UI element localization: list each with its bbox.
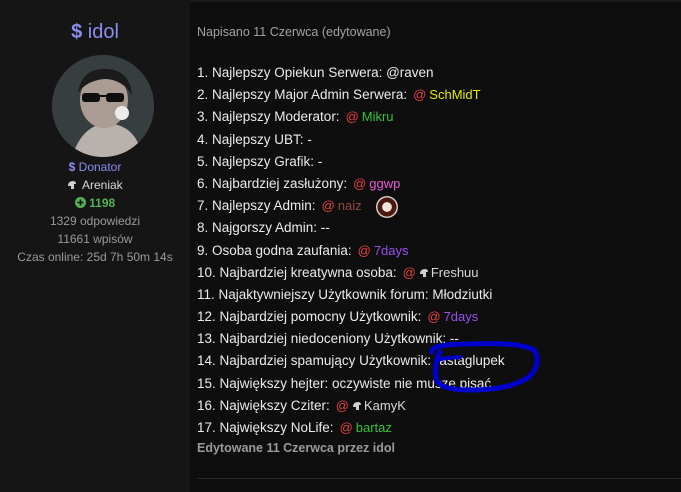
rank-donator: $ Donator [0, 158, 190, 176]
mention-name[interactable]: SchMidT [429, 87, 480, 102]
edited-note: Edytowane 11 Czerwca przez idol [197, 441, 395, 455]
user-mention[interactable]: @ KamyK [336, 398, 406, 413]
award-line: 12. Najbardziej pomocny Użytkownik: @7day… [197, 306, 505, 328]
award-text: 2. Najlepszy Major Admin Serwera: [197, 87, 408, 103]
award-line: 8. Najgorszy Admin: -- [197, 217, 505, 239]
mention-name[interactable]: naiz [338, 198, 362, 213]
award-text: 10. Najbardziej kreatywna osoba: [197, 264, 397, 280]
points-value: 1198 [89, 196, 116, 210]
award-line: 17. Największy NoLife: @ bartaz [197, 417, 505, 439]
award-text: 6. Najbardziej zasłużony: [197, 175, 348, 191]
award-line: 16. Największy Cziter: @ KamyK [197, 395, 505, 417]
avatar[interactable] [52, 55, 154, 157]
user-title: Areniak [0, 176, 190, 194]
user-mention[interactable]: @ ggwp [353, 176, 400, 191]
helmet-icon [419, 265, 431, 280]
at-sign: @ [413, 87, 427, 103]
award-line: 2. Najlepszy Major Admin Serwera: @ SchMid… [197, 84, 505, 106]
award-text: 8. Najgorszy Admin: -- [197, 220, 330, 236]
mention-name[interactable]: ggwp [369, 176, 400, 191]
post-divider [197, 478, 681, 479]
award-line: 9. Osoba godna zaufania: @7days [197, 240, 505, 262]
mention-name[interactable]: bartaz [356, 420, 392, 435]
award-text: 1. Najlepszy Opiekun Serwera: @raven [197, 65, 434, 80]
small-avatar[interactable] [375, 195, 398, 218]
award-line: 5. Najlepszy Grafik: - [197, 151, 505, 173]
mention-name[interactable]: KamyK [364, 398, 406, 413]
mention-name[interactable]: Mikru [362, 109, 394, 124]
user-mention[interactable]: @7days [358, 243, 409, 258]
award-text: 14. Najbardziej spamujący Użytkownik: ra… [197, 353, 505, 369]
user-mention[interactable]: @7days [427, 309, 478, 324]
at-sign: @ [339, 420, 353, 435]
award-text: 5. Najlepszy Grafik: - [197, 153, 323, 169]
award-line: 1. Najlepszy Opiekun Serwera: @raven [197, 62, 505, 84]
award-text: 11. Najaktywniejszy Użytkownik forum: Mł… [197, 286, 493, 302]
at-sign: @ [357, 242, 371, 258]
user-mention[interactable]: @ SchMidT [413, 87, 481, 102]
award-line: 14. Najbardziej spamujący Użytkownik: ra… [197, 350, 505, 372]
award-text: 13. Najbardziej niedoceniony Użytkownik:… [197, 331, 459, 347]
award-text: 4. Najlepszy UBT: - [197, 131, 312, 147]
helmet-icon [352, 398, 364, 413]
user-mention[interactable]: @ Freshuu [403, 265, 479, 280]
plus-circle-icon [74, 196, 89, 210]
username-label[interactable]: idol [88, 21, 119, 43]
mention-name[interactable]: 7days [374, 243, 409, 258]
award-line: 10. Najbardziej kreatywna osoba: @ Freshuu [197, 262, 505, 284]
avatar-image [52, 55, 154, 157]
replies-count: 1329 odpowiedzi [49, 214, 141, 228]
helmet-icon [67, 178, 82, 192]
award-line: 11. Najaktywniejszy Użytkownik forum: Mł… [197, 284, 505, 306]
award-line: 13. Najbardziej niedoceniony Użytkownik:… [197, 328, 505, 350]
award-text: 3. Najlepszy Moderator: [197, 109, 340, 125]
mention-name[interactable]: 7days [444, 309, 479, 324]
award-line: 7. Najlepszy Admin: @ naiz [197, 195, 505, 218]
user-mention[interactable]: @ naiz [322, 198, 362, 213]
user-mention[interactable]: @ Mikru [346, 109, 394, 124]
award-line: 15. Największy hejter: oczywiste nie mus… [197, 373, 505, 395]
award-line: 3. Najlepszy Moderator: @ Mikru [197, 106, 505, 128]
posts-count: 11661 wpisów [57, 232, 133, 246]
author-sidebar: $ idol $ Donator Areniak 1198 1329 odpow… [0, 0, 190, 492]
award-text: 7. Najlepszy Admin: [197, 198, 316, 214]
award-list: 1. Najlepszy Opiekun Serwera: @raven 2. N… [197, 62, 505, 439]
at-sign: @ [427, 309, 441, 325]
mention-name[interactable]: Freshuu [431, 265, 479, 280]
user-mention[interactable]: @ bartaz [340, 420, 392, 435]
post-content: Napisano 11 Czerwca (edytowane) 1. Najle… [197, 0, 681, 492]
award-text: 9. Osoba godna zaufania: [197, 242, 352, 258]
at-sign: @ [345, 109, 359, 125]
dollar-icon: $ [71, 21, 83, 43]
award-text: 15. Największy hejter: oczywiste nie mus… [197, 375, 492, 391]
award-text: 12. Najbardziej pomocny Użytkownik: [197, 309, 422, 325]
award-line: 4. Najlepszy UBT: - [197, 129, 505, 151]
award-text: 16. Największy Cziter: [197, 397, 330, 413]
author-username[interactable]: $ idol [0, 20, 190, 44]
online-time: Czas online: 25d 7h 50m 14s [17, 250, 173, 264]
award-line: 6. Najbardziej zasłużony: @ ggwp [197, 173, 505, 195]
at-sign: @ [402, 264, 416, 280]
dollar-icon: $ [68, 160, 76, 174]
at-sign: @ [321, 198, 335, 214]
title-label: Areniak [81, 178, 123, 192]
award-text: 17. Największy NoLife: [197, 420, 334, 435]
at-sign: @ [353, 175, 367, 191]
reputation-points: 1198 [0, 194, 190, 212]
post-date: Napisano 11 Czerwca (edytowane) [197, 25, 391, 39]
at-sign: @ [335, 397, 349, 413]
rank-label: Donator [78, 160, 122, 174]
